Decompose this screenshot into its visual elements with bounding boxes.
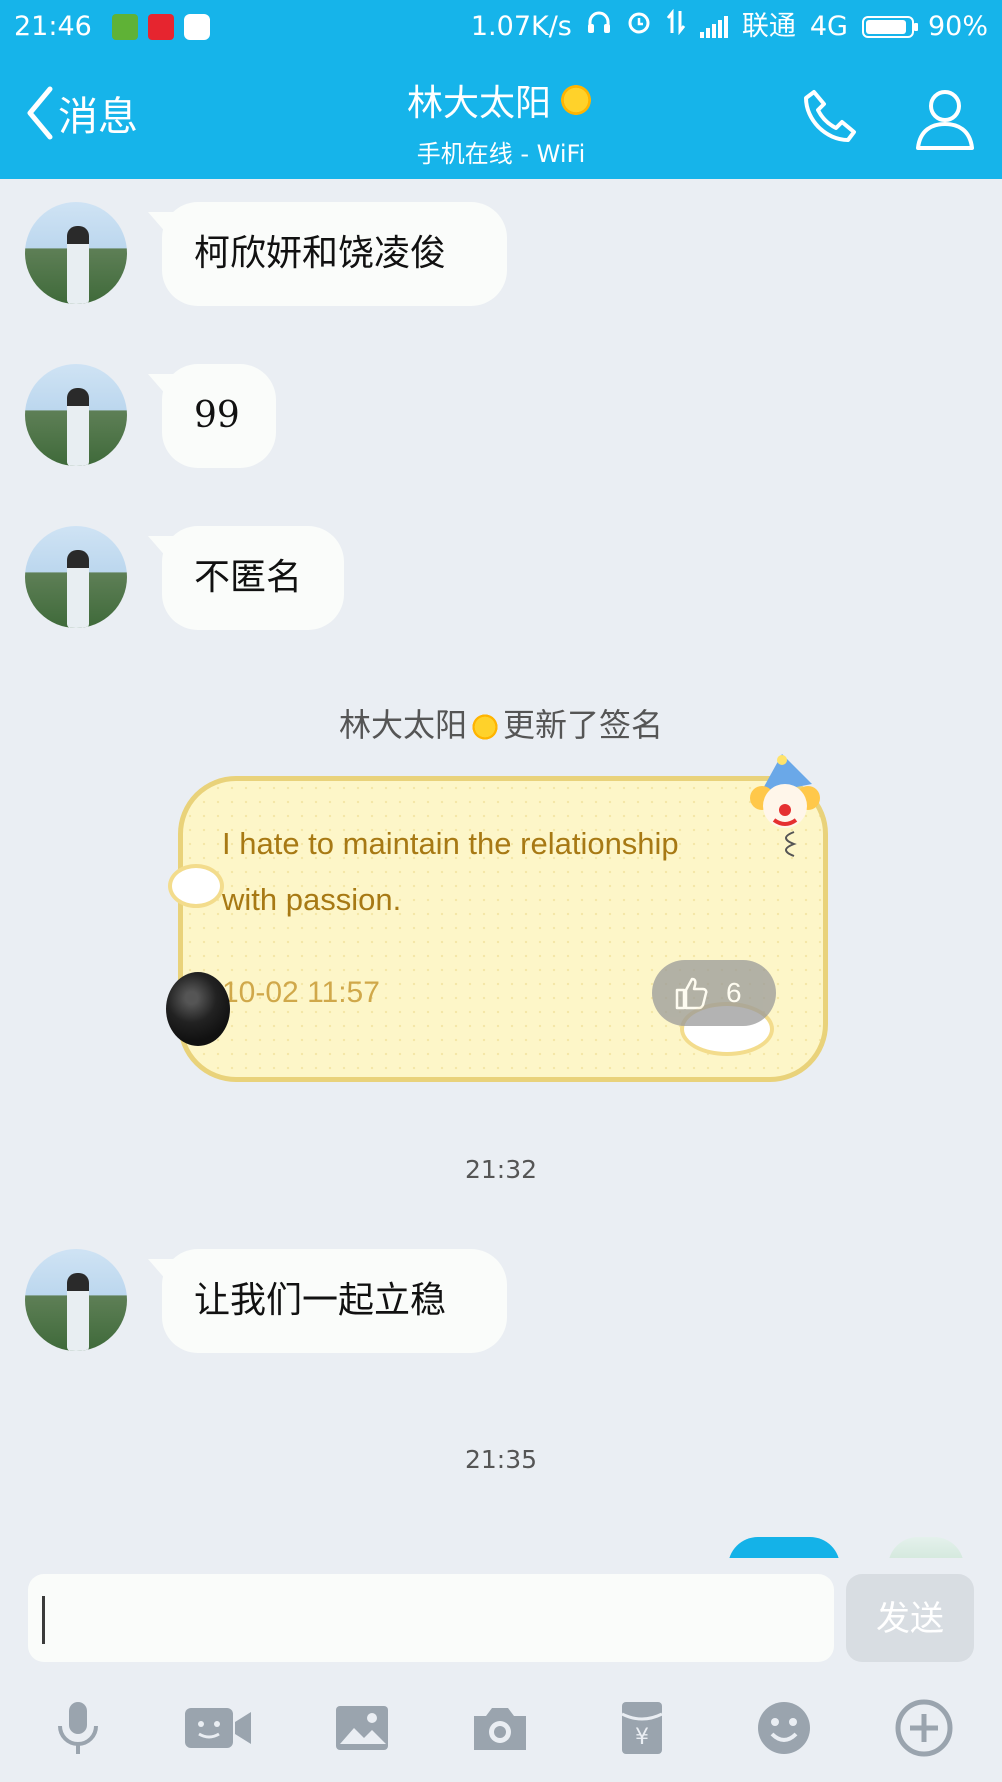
microphone-icon[interactable] [48,1698,108,1758]
nav-bar: 消息 林大太阳 手机在线 - WiFi [0,54,1002,179]
contact-avatar[interactable] [25,364,127,466]
battery-icon [861,16,918,38]
qq-notification-icon [183,14,210,40]
message-bubble[interactable]: 不匿名 [162,526,344,630]
signature-text: I hate to maintain the relationship with… [222,826,679,917]
like-count: 6 [726,977,742,1008]
signature-card[interactable]: I hate to maintain the relationship with… [166,754,828,1082]
alarm-icon [626,0,652,54]
profile-button[interactable] [914,84,976,156]
battery-percent: 90% [927,11,988,42]
carrier-name: 联通 [741,11,796,42]
network-speed: 1.07K/s [470,11,572,42]
timestamp: 21:32 [464,1155,538,1184]
status-time: 21:46 [14,11,92,42]
plus-icon[interactable] [894,1698,954,1758]
clown-decoration-icon [750,754,820,857]
like-button[interactable]: 6 [652,960,776,1026]
contact-avatar[interactable] [25,202,127,304]
cloud-decoration [172,868,220,904]
user-profile-icon [916,90,974,150]
svg-text:¥: ¥ [635,1725,649,1750]
message-bubble[interactable]: 柯欣妍和饶凌俊 [162,202,507,306]
netease-music-icon [147,14,174,40]
network-type: 4G [809,11,848,42]
contact-avatar[interactable] [25,526,127,628]
phone-icon [804,90,856,142]
message-text: 让我们一起立稳 [194,1280,447,1321]
message-bubble[interactable]: 99 [162,364,276,468]
camera-icon[interactable] [470,1698,530,1758]
message-text: 99 [194,395,240,436]
timestamp: 21:35 [464,1445,538,1474]
message-bubble[interactable]: 让我们一起立稳 [162,1249,507,1353]
call-button[interactable] [800,86,860,150]
red-packet-icon[interactable]: ¥ [612,1698,672,1758]
signal-icon [699,16,728,38]
sun-emoji-icon [469,711,501,743]
signature-date: 10-02 11:57 [222,976,380,1009]
message-text: 不匿名 [194,557,303,598]
contact-name: 林大太阳 [406,83,551,124]
image-icon[interactable] [332,1698,392,1758]
send-button[interactable]: 发送 [846,1574,974,1662]
status-bar: 21:46 1.07K/s 联通 4G 90% [0,0,1002,54]
message-text: 柯欣妍和饶凌俊 [194,233,447,274]
thumbs-up-icon [675,977,708,1010]
top-bar: 21:46 1.07K/s 联通 4G 90% 消息 林大太阳 手机在线 - W… [0,0,1002,179]
update-contact-name: 林大太阳 [338,706,467,744]
text-caret [42,1596,45,1644]
emoji-icon[interactable] [754,1698,814,1758]
video-call-icon[interactable] [183,1698,255,1758]
data-transfer-icon [666,0,686,54]
update-action: 更新了签名 [503,706,664,744]
input-bar: 发送 ¥ [0,1558,1002,1782]
security-app-icon [111,14,138,40]
message-input[interactable] [28,1574,834,1662]
signature-update-notice: 林大太阳 更新了签名 [0,700,1002,746]
contact-avatar[interactable] [25,1249,127,1351]
bomb-decoration-icon [166,972,230,1046]
headphones-icon [586,0,612,54]
sun-emoji-icon [557,81,595,119]
